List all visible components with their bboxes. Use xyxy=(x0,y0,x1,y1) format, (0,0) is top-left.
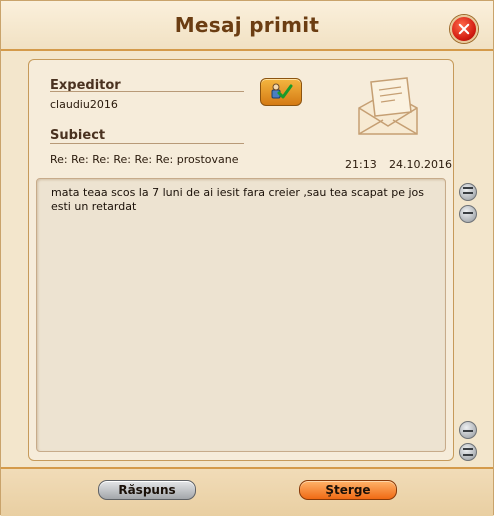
footer-bar xyxy=(1,467,493,516)
message-body: mata teaa scos la 7 luni de ai iesit far… xyxy=(51,186,424,213)
subject-divider xyxy=(50,143,244,144)
sender-divider xyxy=(50,91,244,92)
subject-text: Re: Re: Re: Re: Re: Re: prostovane xyxy=(50,153,239,166)
scroll-bottom-button[interactable] xyxy=(459,443,477,461)
message-time: 21:13 xyxy=(345,158,377,171)
sender-name[interactable]: claudiu2016 xyxy=(50,98,118,111)
subject-label: Subiect xyxy=(50,128,106,143)
delete-button[interactable]: Şterge xyxy=(299,480,397,500)
envelope-icon xyxy=(358,77,418,135)
message-window: Mesaj primit Expeditor claudiu2016 Subie… xyxy=(0,0,494,516)
title-bar: Mesaj primit xyxy=(1,1,493,51)
window-title: Mesaj primit xyxy=(174,13,320,37)
scroll-top-button[interactable] xyxy=(459,183,477,201)
scroll-up-button[interactable] xyxy=(459,205,477,223)
message-date: 24.10.2016 xyxy=(389,158,452,171)
scroll-down-button[interactable] xyxy=(459,421,477,439)
add-to-contacts-button[interactable] xyxy=(260,78,302,106)
message-panel: Expeditor claudiu2016 Subiect Re: Re: Re… xyxy=(28,59,454,461)
message-body-box[interactable]: mata teaa scos la 7 luni de ai iesit far… xyxy=(36,178,446,452)
contact-check-icon xyxy=(271,83,293,99)
close-icon[interactable] xyxy=(450,15,478,43)
reply-button[interactable]: Răspuns xyxy=(98,480,196,500)
